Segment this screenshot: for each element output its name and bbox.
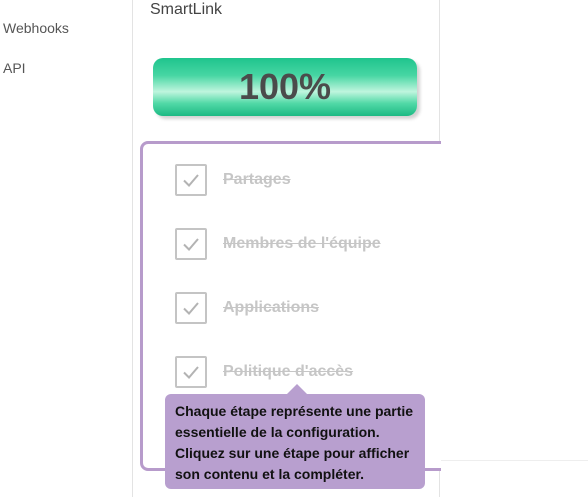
step-label: Membres de l'équipe (223, 235, 381, 252)
step-politique-acces[interactable]: Politique d'accès (175, 356, 353, 388)
onboarding-tooltip: Chaque étape représente une partie essen… (165, 394, 425, 489)
nav-item-api[interactable]: API (3, 60, 26, 76)
content-area (441, 0, 588, 497)
step-membres-equipe[interactable]: Membres de l'équipe (175, 228, 381, 260)
check-icon (175, 292, 207, 324)
step-label: Politique d'accès (223, 363, 354, 380)
step-applications[interactable]: Applications (175, 292, 319, 324)
step-label: Partages (223, 171, 291, 188)
progress-bar: 100% (153, 58, 417, 116)
check-icon (175, 164, 207, 196)
progress-value: 100% (238, 66, 332, 107)
step-label: Applications (223, 299, 320, 316)
tooltip-arrow (287, 384, 307, 394)
panel-title: SmartLink (150, 1, 223, 18)
check-icon (175, 228, 207, 260)
step-partages[interactable]: Partages (175, 164, 291, 196)
check-icon (175, 356, 207, 388)
left-navigation: Webhooks API (0, 0, 133, 497)
nav-item-webhooks[interactable]: Webhooks (3, 20, 69, 36)
divider (441, 460, 588, 461)
